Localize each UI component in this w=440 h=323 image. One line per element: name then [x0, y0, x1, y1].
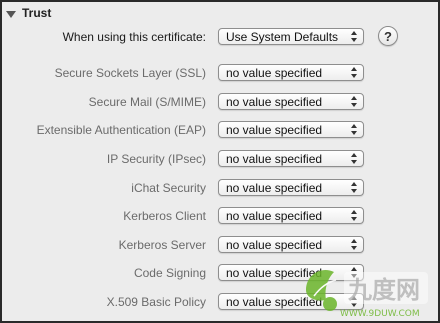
popup-value: no value specified [226, 209, 323, 223]
popup-value: no value specified [226, 152, 323, 166]
policy-label: Kerberos Client [123, 209, 206, 223]
svg-text:WWW.9DUW.COM: WWW.9DUW.COM [340, 309, 420, 319]
svg-text:九度网: 九度网 [347, 276, 420, 304]
when-using-label: When using this certificate: [62, 30, 206, 44]
help-button[interactable]: ? [378, 26, 398, 46]
policy-popup-smime[interactable]: no value specified [218, 93, 364, 110]
trust-setting-row: When using this certificate: Use System … [2, 27, 438, 47]
policy-row-eap: Extensible Authentication (EAP) no value… [2, 120, 438, 140]
policy-row-ssl: Secure Sockets Layer (SSL) no value spec… [2, 63, 438, 83]
policy-popup-ipsec[interactable]: no value specified [218, 150, 364, 167]
policy-label: X.509 Basic Policy [106, 295, 206, 309]
popup-arrows-icon [351, 210, 358, 221]
trust-panel: Trust When using this certificate: Use S… [0, 0, 440, 323]
policy-label: Secure Mail (S/MIME) [88, 95, 206, 109]
popup-value: no value specified [226, 181, 323, 195]
policy-popup-ssl[interactable]: no value specified [218, 64, 364, 81]
policy-popup-kerberos-client[interactable]: no value specified [218, 207, 364, 224]
policy-label: iChat Security [131, 181, 206, 195]
watermark-logo: 九度网 WWW.9DUW.COM [306, 270, 428, 319]
popup-value: no value specified [226, 95, 323, 109]
policy-label: Kerberos Server [118, 238, 206, 252]
policy-row-ichat: iChat Security no value specified [2, 178, 438, 198]
policy-label: Extensible Authentication (EAP) [36, 123, 206, 137]
policy-popup-ichat[interactable]: no value specified [218, 179, 364, 196]
popup-value: no value specified [226, 123, 323, 137]
policy-label: Code Signing [133, 266, 206, 280]
popup-arrows-icon [351, 124, 358, 135]
policy-label: IP Security (IPsec) [106, 152, 206, 166]
disclosure-triangle-icon[interactable] [6, 10, 16, 18]
policy-popup-eap[interactable]: no value specified [218, 121, 364, 138]
policy-row-kerberos-client: Kerberos Client no value specified [2, 206, 438, 226]
policy-row-smime: Secure Mail (S/MIME) no value specified [2, 92, 438, 112]
policy-row-ipsec: IP Security (IPsec) no value specified [2, 149, 438, 169]
section-title: Trust [22, 6, 52, 20]
popup-value: no value specified [226, 66, 323, 80]
popup-arrows-icon [351, 31, 358, 42]
popup-value: no value specified [226, 238, 323, 252]
popup-value: Use System Defaults [226, 30, 339, 44]
trust-section-header[interactable]: Trust [6, 6, 51, 20]
popup-arrows-icon [351, 67, 358, 78]
policy-popup-kerberos-server[interactable]: no value specified [218, 236, 364, 253]
popup-arrows-icon [351, 153, 358, 164]
when-using-popup[interactable]: Use System Defaults [218, 28, 364, 45]
policy-row-kerberos-server: Kerberos Server no value specified [2, 235, 438, 255]
policy-label: Secure Sockets Layer (SSL) [54, 66, 206, 80]
leaf-icon [306, 270, 334, 301]
popup-arrows-icon [351, 96, 358, 107]
popup-arrows-icon [351, 239, 358, 250]
popup-arrows-icon [351, 182, 358, 193]
